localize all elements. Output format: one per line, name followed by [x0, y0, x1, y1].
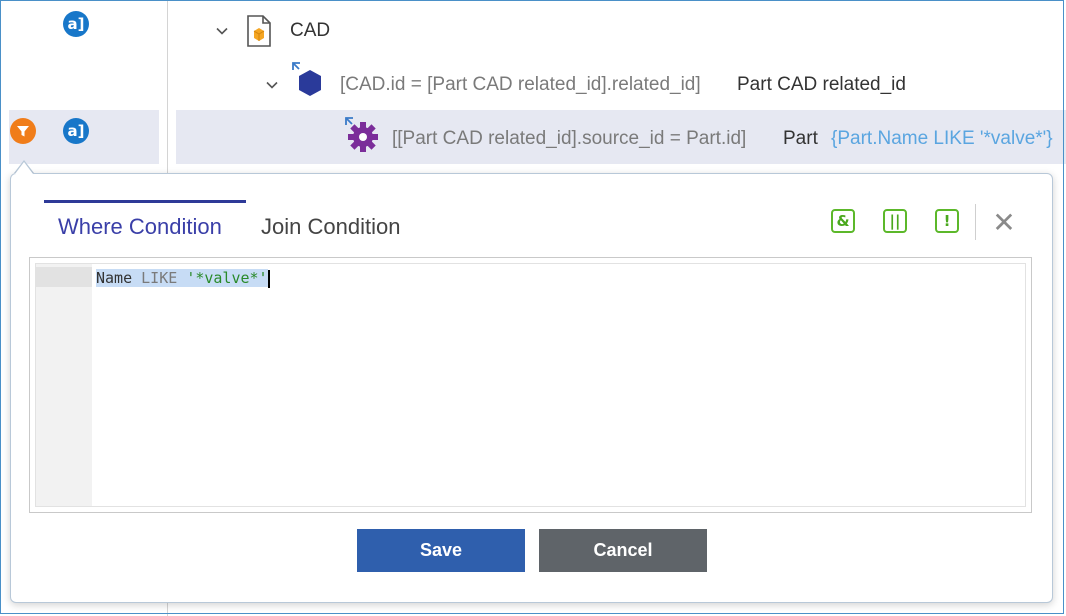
and-operator-button[interactable]: &	[831, 209, 855, 233]
funnel-icon	[17, 126, 29, 137]
chevron-down-icon[interactable]	[216, 25, 228, 37]
editor-area[interactable]: Name LIKE '*valve*'	[35, 263, 1026, 507]
part-name[interactable]: Part	[783, 128, 818, 150]
not-operator-button[interactable]: !	[935, 209, 959, 233]
relationship-icon	[292, 62, 321, 96]
chevron-down-icon[interactable]	[266, 79, 278, 91]
part-condition: [[Part CAD related_id].source_id = Part.…	[392, 128, 747, 149]
condition-editor[interactable]: Name LIKE '*valve*'	[29, 257, 1032, 513]
code-token-value: '*valve*'	[186, 269, 268, 287]
line-number-gutter	[36, 264, 92, 506]
aml-icon[interactable]: a]	[63, 118, 89, 144]
cancel-button[interactable]: Cancel	[539, 529, 707, 572]
save-button[interactable]: Save	[357, 529, 525, 572]
text-cursor	[267, 269, 270, 288]
tab-active-indicator	[44, 200, 246, 203]
tab-where-condition[interactable]: Where Condition	[58, 214, 222, 240]
popover-arrow-fill	[15, 162, 33, 174]
part-filter-clip: {Part.Name LIKE '*valve*'}	[829, 118, 1066, 158]
relationship-condition: [CAD.id = [Part CAD related_id].related_…	[340, 74, 701, 95]
code-line[interactable]: Name LIKE '*valve*'	[96, 268, 270, 288]
tab-join-condition[interactable]: Join Condition	[261, 214, 400, 240]
part-filter[interactable]: {Part.Name LIKE '*valve*'}	[831, 128, 1053, 150]
code-token-field: Name	[96, 269, 133, 287]
tree-item-cad[interactable]: CAD	[290, 20, 330, 42]
cad-item-icon	[247, 15, 271, 47]
toolbar-divider	[975, 204, 976, 240]
code-token-operator: LIKE	[141, 269, 178, 287]
condition-popover: Where Condition Join Condition & || ! ✕ …	[10, 173, 1053, 603]
filter-icon[interactable]	[10, 118, 36, 144]
aml-icon[interactable]: a]	[63, 11, 89, 37]
relationship-name[interactable]: Part CAD related_id	[737, 74, 906, 96]
gear-icon	[345, 117, 378, 152]
active-line-gutter	[36, 267, 92, 287]
or-operator-button[interactable]: ||	[883, 209, 907, 233]
close-icon[interactable]: ✕	[991, 209, 1017, 237]
